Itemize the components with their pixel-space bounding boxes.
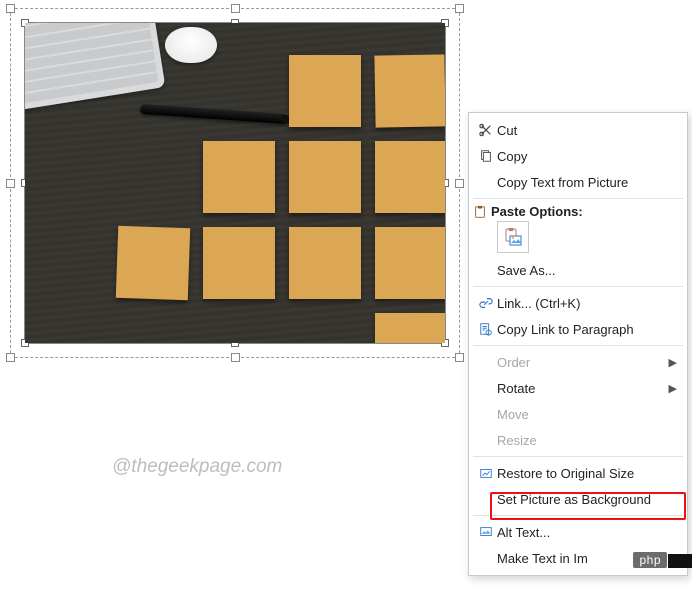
menu-separator bbox=[473, 515, 683, 516]
mouse-graphic bbox=[165, 27, 217, 63]
menu-label: Link... (Ctrl+K) bbox=[497, 296, 677, 311]
menu-label: Copy Link to Paragraph bbox=[497, 322, 677, 337]
paste-picture-button[interactable] bbox=[497, 221, 529, 253]
menu-link[interactable]: Link... (Ctrl+K) bbox=[469, 290, 687, 316]
link-icon bbox=[475, 296, 497, 310]
menu-move: Move bbox=[469, 401, 687, 427]
menu-label: Copy Text from Picture bbox=[497, 175, 677, 190]
menu-label: Order bbox=[497, 355, 669, 370]
sticky-note bbox=[289, 141, 361, 213]
submenu-arrow-icon: ▶ bbox=[669, 356, 677, 369]
overlay-bar bbox=[668, 554, 692, 568]
paste-options-row bbox=[469, 219, 687, 257]
menu-order: Order ▶ bbox=[469, 349, 687, 375]
menu-cut[interactable]: Cut bbox=[469, 117, 687, 143]
php-badge: php bbox=[633, 552, 667, 568]
sticky-note bbox=[374, 54, 445, 127]
menu-label: Move bbox=[497, 407, 677, 422]
resize-handle[interactable] bbox=[6, 353, 15, 362]
sticky-note bbox=[289, 55, 361, 127]
restore-size-icon bbox=[475, 466, 497, 480]
watermark-text: @thegeekpage.com bbox=[112, 456, 282, 478]
menu-separator bbox=[473, 198, 683, 199]
resize-handle[interactable] bbox=[231, 353, 240, 362]
menu-label: Alt Text... bbox=[497, 525, 677, 540]
sticky-note bbox=[116, 226, 190, 300]
menu-separator bbox=[473, 456, 683, 457]
menu-restore-original-size[interactable]: Restore to Original Size bbox=[469, 460, 687, 486]
menu-label: Save As... bbox=[497, 263, 677, 278]
selection-frame[interactable] bbox=[10, 8, 460, 358]
menu-copy-text-from-picture[interactable]: Copy Text from Picture bbox=[469, 169, 687, 195]
scissors-icon bbox=[475, 123, 497, 137]
resize-handle[interactable] bbox=[455, 179, 464, 188]
menu-label: Cut bbox=[497, 123, 677, 138]
menu-label: Copy bbox=[497, 149, 677, 164]
menu-label: Rotate bbox=[497, 381, 669, 396]
context-menu: Cut Copy Copy Text from Picture Paste Op… bbox=[468, 112, 688, 576]
submenu-arrow-icon: ▶ bbox=[669, 382, 677, 395]
sticky-note bbox=[375, 313, 445, 343]
resize-handle[interactable] bbox=[6, 4, 15, 13]
menu-label: Resize bbox=[497, 433, 677, 448]
menu-set-picture-as-background[interactable]: Set Picture as Background bbox=[469, 486, 687, 512]
sticky-note bbox=[289, 227, 361, 299]
menu-separator bbox=[473, 345, 683, 346]
menu-label: Paste Options: bbox=[491, 204, 687, 219]
resize-handle[interactable] bbox=[455, 353, 464, 362]
sticky-note bbox=[375, 141, 445, 213]
resize-handle[interactable] bbox=[231, 4, 240, 13]
menu-label: Set Picture as Background bbox=[497, 492, 677, 507]
menu-label: Restore to Original Size bbox=[497, 466, 677, 481]
sticky-note bbox=[203, 227, 275, 299]
clipboard-icon bbox=[469, 205, 491, 219]
paste-options-header: Paste Options: bbox=[469, 202, 687, 219]
copy-icon bbox=[475, 149, 497, 163]
menu-separator bbox=[473, 286, 683, 287]
resize-handle[interactable] bbox=[455, 4, 464, 13]
menu-copy-link-to-paragraph[interactable]: Copy Link to Paragraph bbox=[469, 316, 687, 342]
menu-save-as[interactable]: Save As... bbox=[469, 257, 687, 283]
paragraph-link-icon bbox=[475, 322, 497, 336]
app-canvas: @thegeekpage.com Cut Copy Copy Text from… bbox=[0, 0, 692, 590]
menu-rotate[interactable]: Rotate ▶ bbox=[469, 375, 687, 401]
menu-alt-text[interactable]: Alt Text... bbox=[469, 519, 687, 545]
sticky-note bbox=[203, 141, 275, 213]
inserted-picture[interactable] bbox=[24, 22, 446, 344]
sticky-note bbox=[375, 227, 445, 299]
menu-copy[interactable]: Copy bbox=[469, 143, 687, 169]
resize-handle[interactable] bbox=[6, 179, 15, 188]
alt-text-icon bbox=[475, 525, 497, 539]
menu-resize: Resize bbox=[469, 427, 687, 453]
photo-content bbox=[25, 23, 445, 343]
